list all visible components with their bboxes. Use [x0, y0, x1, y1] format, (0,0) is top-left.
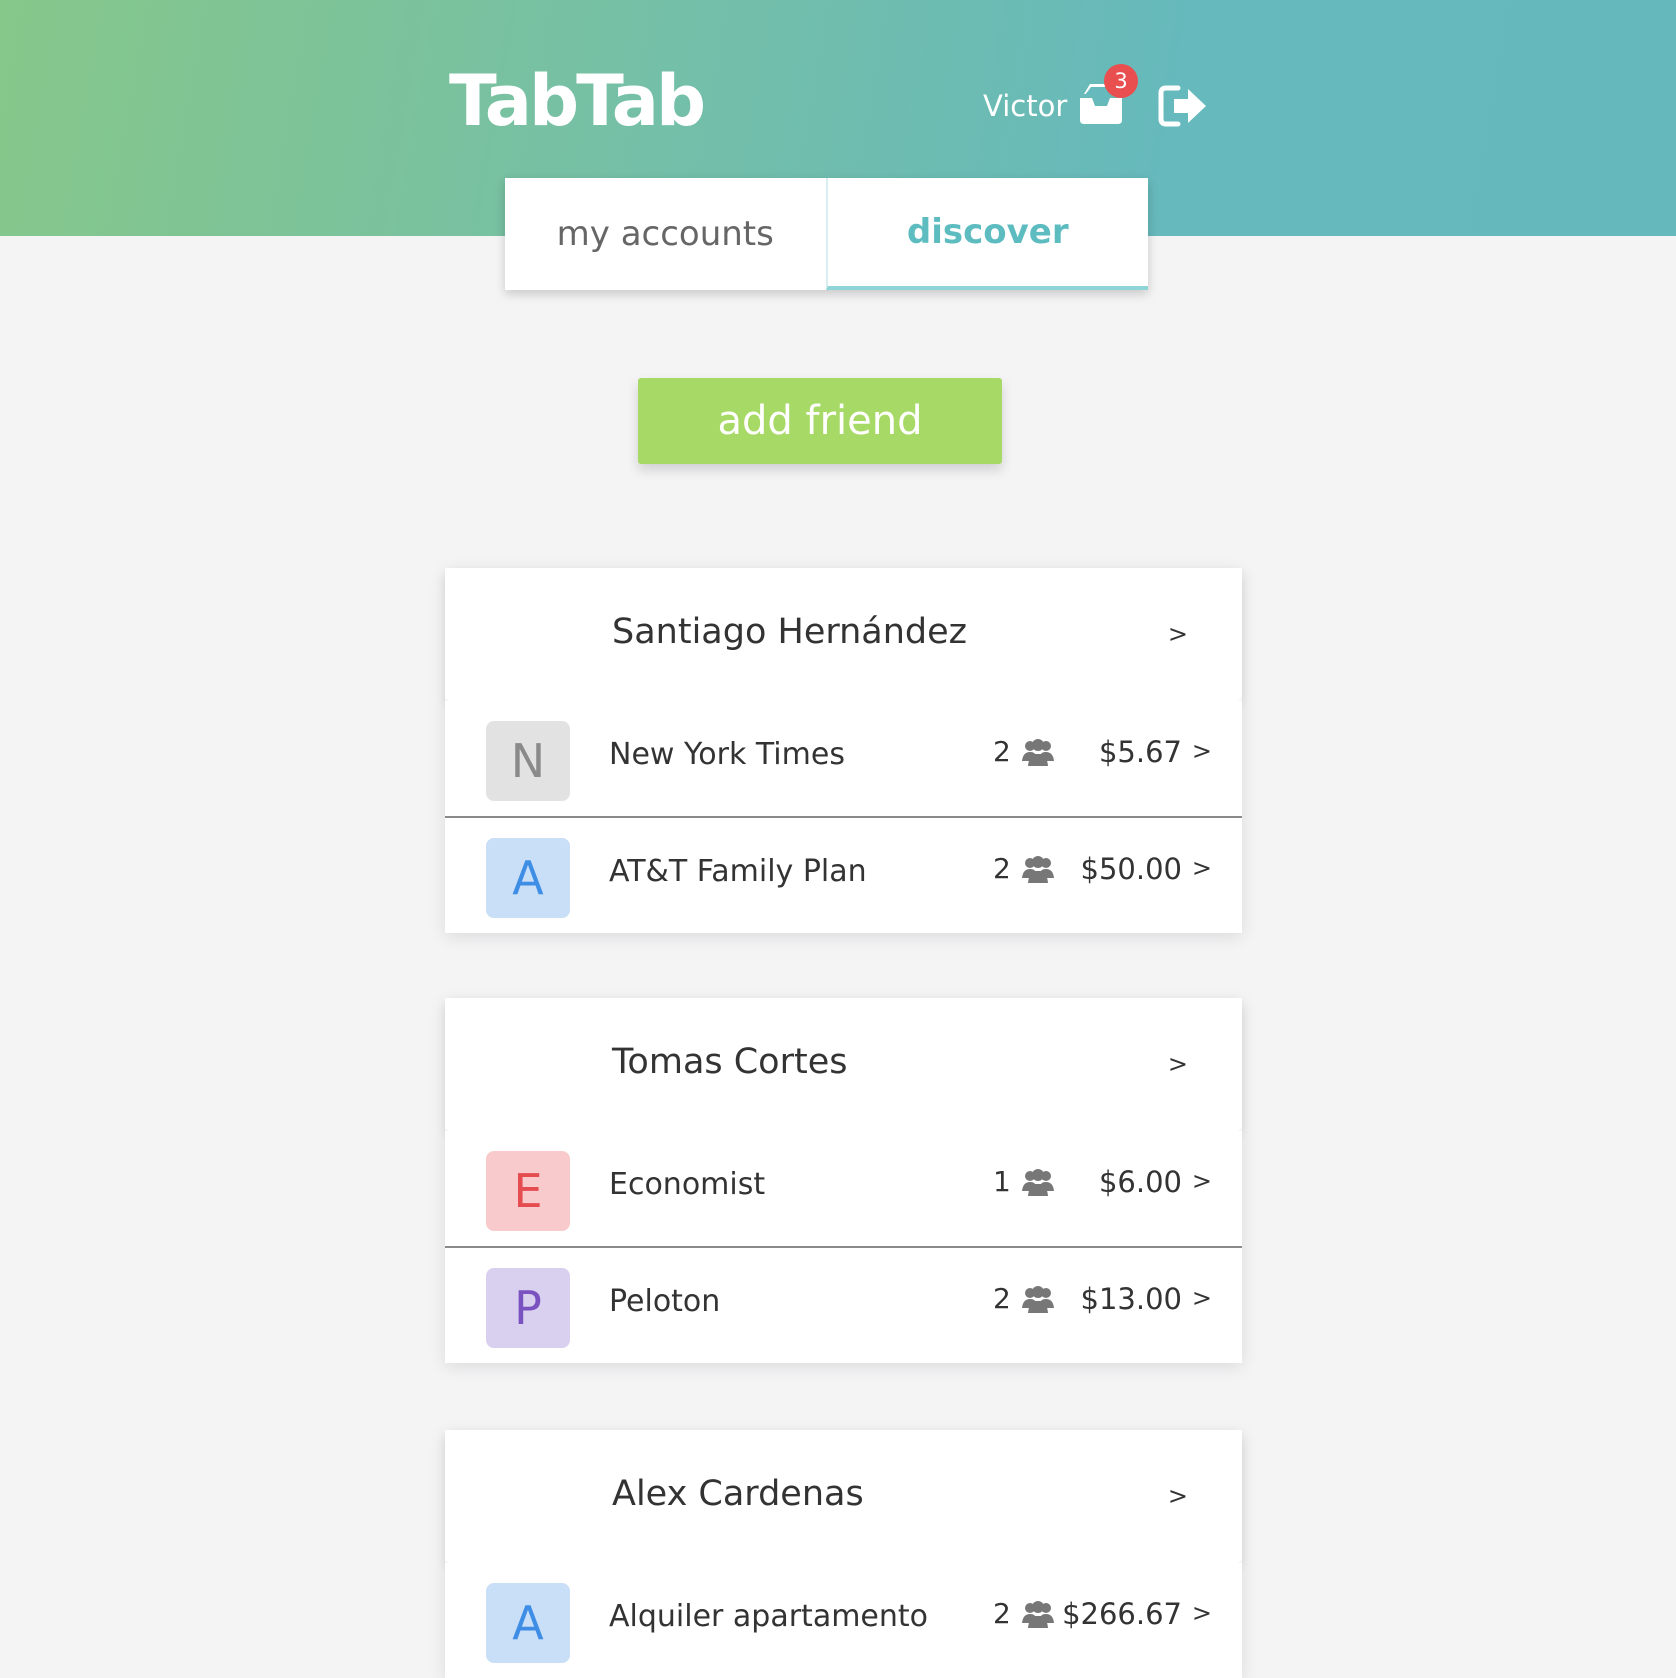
friend-name: Santiago Hernández — [612, 612, 968, 652]
tab-discover[interactable]: discover — [825, 178, 1148, 290]
friend-header[interactable]: Alex Cardenas > — [445, 1430, 1242, 1563]
account-letter-avatar: E — [486, 1151, 570, 1231]
friend-header[interactable]: Tomas Cortes > — [445, 998, 1242, 1131]
account-name: Alquiler apartamento — [609, 1599, 929, 1634]
friend-card: Santiago Hernández > N New York Times 2 … — [445, 568, 1242, 933]
member-count: 2 — [993, 735, 1055, 768]
user-name[interactable]: Victor — [983, 86, 1067, 126]
users-icon — [1021, 1600, 1054, 1628]
account-letter-avatar: P — [486, 1268, 570, 1348]
member-count-value: 2 — [993, 1282, 1011, 1315]
account-amount: $50.00 — [1080, 852, 1182, 886]
account-row[interactable]: E Economist 1 $6.00 > — [445, 1131, 1242, 1248]
member-count: 2 — [993, 852, 1055, 885]
sign-out-icon[interactable] — [1158, 82, 1210, 130]
member-count-value: 1 — [993, 1165, 1011, 1198]
account-amount: $5.67 — [1098, 735, 1182, 769]
member-count: 2 — [993, 1282, 1055, 1315]
member-count: 2 — [993, 1597, 1055, 1630]
notification-badge: 3 — [1104, 64, 1138, 98]
app-logo[interactable]: TabTab — [449, 56, 706, 146]
account-name: AT&T Family Plan — [609, 854, 867, 889]
account-row[interactable]: A AT&T Family Plan 2 $50.00 > — [445, 818, 1242, 933]
account-letter-avatar: A — [486, 838, 570, 918]
member-count-value: 2 — [993, 1597, 1011, 1630]
friend-card: Tomas Cortes > E Economist 1 $6.00 > P P… — [445, 998, 1242, 1363]
chevron-right-icon: > — [1191, 1599, 1212, 1627]
member-count-value: 2 — [993, 735, 1011, 768]
account-name: Economist — [609, 1167, 766, 1202]
add-friend-button[interactable]: add friend — [638, 378, 1002, 464]
tab-bar: my accounts discover — [505, 178, 1148, 290]
users-icon — [1021, 1168, 1054, 1196]
account-row[interactable]: P Peloton 2 $13.00 > — [445, 1248, 1242, 1363]
account-letter-avatar: A — [486, 1583, 570, 1663]
chevron-right-icon: > — [1167, 1050, 1188, 1078]
member-count: 1 — [993, 1165, 1055, 1198]
account-letter-avatar: N — [486, 721, 570, 801]
account-amount: $13.00 — [1080, 1282, 1182, 1316]
friend-name: Alex Cardenas — [612, 1474, 864, 1514]
account-name: New York Times — [609, 737, 845, 772]
chevron-right-icon: > — [1191, 1167, 1212, 1195]
account-amount: $266.67 — [1062, 1597, 1182, 1631]
member-count-value: 2 — [993, 852, 1011, 885]
account-name: Peloton — [609, 1284, 721, 1319]
account-amount: $6.00 — [1098, 1165, 1182, 1199]
chevron-right-icon: > — [1191, 1284, 1212, 1312]
users-icon — [1021, 1285, 1054, 1313]
users-icon — [1021, 855, 1054, 883]
friend-header[interactable]: Santiago Hernández > — [445, 568, 1242, 701]
friend-card: Alex Cardenas > A Alquiler apartamento 2… — [445, 1430, 1242, 1678]
chevron-right-icon: > — [1167, 620, 1188, 648]
account-row[interactable]: A Alquiler apartamento 2 $266.67 > — [445, 1563, 1242, 1678]
friend-name: Tomas Cortes — [612, 1042, 848, 1082]
users-icon — [1021, 738, 1054, 766]
chevron-right-icon: > — [1191, 854, 1212, 882]
tab-my-accounts[interactable]: my accounts — [505, 178, 826, 290]
account-row[interactable]: N New York Times 2 $5.67 > — [445, 701, 1242, 818]
chevron-right-icon: > — [1191, 737, 1212, 765]
chevron-right-icon: > — [1167, 1482, 1188, 1510]
